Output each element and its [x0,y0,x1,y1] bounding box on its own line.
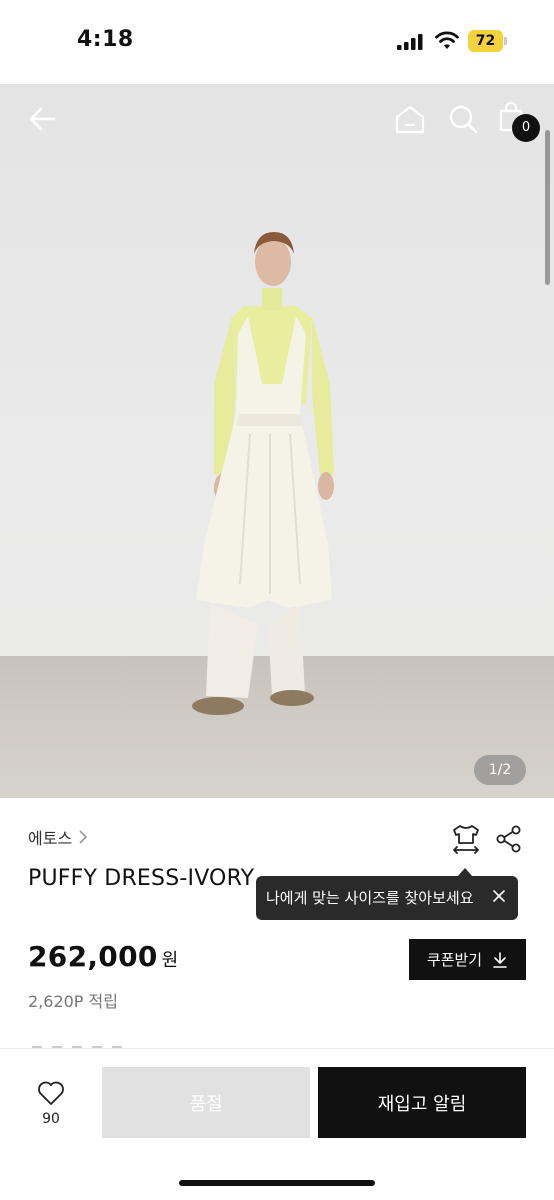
product-image-gallery[interactable]: 0 1/2 [0,84,554,798]
image-page-indicator: 1/2 [474,755,526,785]
chevron-right-icon [79,830,88,844]
brand-name: 에토스 [28,829,73,848]
product-title: PUFFY DRESS-IVORY [28,866,255,891]
soldout-label: 품절 [189,1093,223,1115]
brand-link[interactable]: 에토스 [28,826,88,848]
price-row: 262,000 원 [28,940,178,973]
home-icon[interactable] [394,104,426,134]
cellular-signal-icon [397,34,423,50]
like-count: 90 [42,1111,60,1127]
coupon-label: 쿠폰받기 [426,951,483,969]
size-guide-icon[interactable] [450,823,482,855]
price-currency: 원 [161,950,179,971]
status-bar: 4:18 72 [0,0,554,84]
battery-icon: 72 [468,30,508,52]
restock-label: 재입고 알림 [377,1093,467,1115]
product-price: 262,000 [28,940,158,973]
tooltip-text: 나에게 맞는 사이즈를 찾아보세요 [266,889,474,907]
share-icon[interactable] [496,825,522,853]
soldout-button[interactable]: 품절 [102,1067,310,1138]
cart-count-badge[interactable]: 0 [512,114,540,142]
size-tooltip: 나에게 맞는 사이즈를 찾아보세요 [256,876,518,920]
heart-icon [38,1081,64,1105]
battery-level: 72 [475,33,496,49]
arrow-left-icon[interactable] [28,104,58,134]
home-indicator [179,1180,375,1186]
scrollbar[interactable] [545,130,550,285]
status-time: 4:18 [77,27,134,52]
restock-alert-button[interactable]: 재입고 알림 [318,1067,526,1138]
product-photo-model [192,232,334,715]
reward-points: 2,620P 적립 [28,992,118,1011]
search-icon[interactable] [448,104,478,134]
wifi-icon [435,31,459,49]
close-icon[interactable] [491,888,507,904]
download-icon [493,951,507,968]
coupon-download-button[interactable]: 쿠폰받기 [409,939,526,980]
